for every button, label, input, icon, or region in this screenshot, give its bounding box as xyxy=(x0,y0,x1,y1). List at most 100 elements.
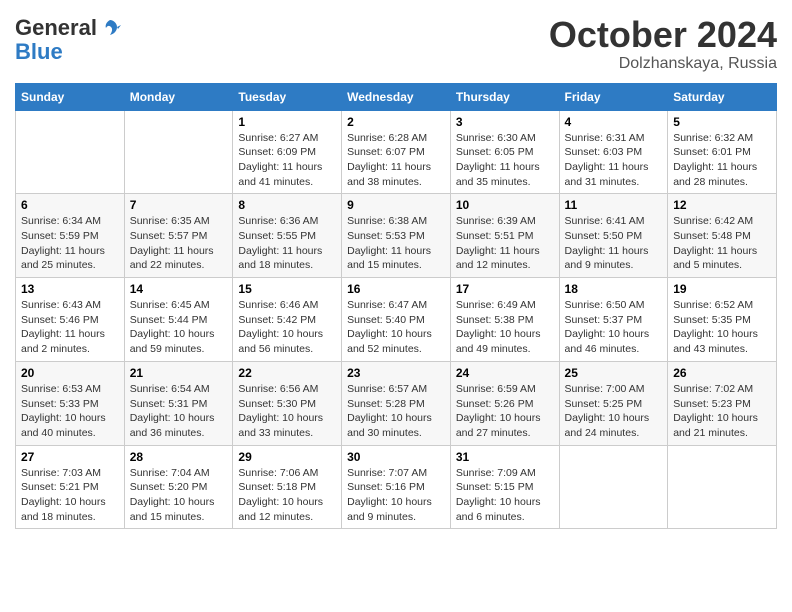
day-info: Sunrise: 6:53 AM Sunset: 5:33 PM Dayligh… xyxy=(21,382,119,441)
day-info: Sunrise: 6:42 AM Sunset: 5:48 PM Dayligh… xyxy=(673,214,771,273)
header-day-tuesday: Tuesday xyxy=(233,83,342,110)
calendar-cell: 13 Sunrise: 6:43 AM Sunset: 5:46 PM Dayli… xyxy=(16,278,125,362)
header-day-wednesday: Wednesday xyxy=(342,83,451,110)
day-number: 12 xyxy=(673,198,771,212)
day-number: 19 xyxy=(673,282,771,296)
calendar-cell: 27Sunrise: 7:03 AM Sunset: 5:21 PM Dayli… xyxy=(16,445,125,529)
header-day-friday: Friday xyxy=(559,83,668,110)
header-day-thursday: Thursday xyxy=(450,83,559,110)
day-info: Sunrise: 6:39 AM Sunset: 5:51 PM Dayligh… xyxy=(456,214,554,273)
day-info: Sunrise: 6:35 AM Sunset: 5:57 PM Dayligh… xyxy=(130,214,228,273)
logo-bird-icon xyxy=(99,17,121,39)
day-number: 3 xyxy=(456,115,554,129)
subtitle: Dolzhanskaya, Russia xyxy=(549,55,777,73)
logo-blue-text: Blue xyxy=(15,39,63,65)
day-number: 7 xyxy=(130,198,228,212)
day-number: 23 xyxy=(347,366,445,380)
day-number: 1 xyxy=(238,115,336,129)
day-info: Sunrise: 6:52 AM Sunset: 5:35 PM Dayligh… xyxy=(673,298,771,357)
calendar-cell: 16Sunrise: 6:47 AM Sunset: 5:40 PM Dayli… xyxy=(342,278,451,362)
calendar-cell: 3 Sunrise: 6:30 AM Sunset: 6:05 PM Daylig… xyxy=(450,110,559,194)
title-section: October 2024 Dolzhanskaya, Russia xyxy=(549,15,777,73)
day-info: Sunrise: 6:47 AM Sunset: 5:40 PM Dayligh… xyxy=(347,298,445,357)
day-info: Sunrise: 7:02 AM Sunset: 5:23 PM Dayligh… xyxy=(673,382,771,441)
week-row-5: 27Sunrise: 7:03 AM Sunset: 5:21 PM Dayli… xyxy=(16,445,777,529)
calendar-cell: 29 Sunrise: 7:06 AM Sunset: 5:18 PM Dayli… xyxy=(233,445,342,529)
calendar-body: 1 Sunrise: 6:27 AM Sunset: 6:09 PM Daylig… xyxy=(16,110,777,529)
day-number: 29 xyxy=(238,450,336,464)
day-number: 25 xyxy=(565,366,663,380)
day-info: Sunrise: 6:28 AM Sunset: 6:07 PM Dayligh… xyxy=(347,131,445,190)
day-number: 26 xyxy=(673,366,771,380)
day-info: Sunrise: 6:49 AM Sunset: 5:38 PM Dayligh… xyxy=(456,298,554,357)
header-day-monday: Monday xyxy=(124,83,233,110)
calendar-cell: 24Sunrise: 6:59 AM Sunset: 5:26 PM Dayli… xyxy=(450,361,559,445)
day-number: 18 xyxy=(565,282,663,296)
day-number: 17 xyxy=(456,282,554,296)
header-day-sunday: Sunday xyxy=(16,83,125,110)
day-info: Sunrise: 6:43 AM Sunset: 5:46 PM Dayligh… xyxy=(21,298,119,357)
calendar-cell: 8Sunrise: 6:36 AM Sunset: 5:55 PM Daylig… xyxy=(233,194,342,278)
logo-general-text: General xyxy=(15,15,97,41)
calendar-cell: 19 Sunrise: 6:52 AM Sunset: 5:35 PM Dayli… xyxy=(668,278,777,362)
day-number: 8 xyxy=(238,198,336,212)
calendar-cell xyxy=(559,445,668,529)
calendar-cell: 6 Sunrise: 6:34 AM Sunset: 5:59 PM Daylig… xyxy=(16,194,125,278)
day-info: Sunrise: 6:30 AM Sunset: 6:05 PM Dayligh… xyxy=(456,131,554,190)
header-day-saturday: Saturday xyxy=(668,83,777,110)
calendar-header: SundayMondayTuesdayWednesdayThursdayFrid… xyxy=(16,83,777,110)
day-info: Sunrise: 6:38 AM Sunset: 5:53 PM Dayligh… xyxy=(347,214,445,273)
header-row: SundayMondayTuesdayWednesdayThursdayFrid… xyxy=(16,83,777,110)
day-number: 11 xyxy=(565,198,663,212)
calendar-table: SundayMondayTuesdayWednesdayThursdayFrid… xyxy=(15,83,777,530)
week-row-3: 13 Sunrise: 6:43 AM Sunset: 5:46 PM Dayli… xyxy=(16,278,777,362)
day-number: 14 xyxy=(130,282,228,296)
day-number: 20 xyxy=(21,366,119,380)
day-number: 27 xyxy=(21,450,119,464)
day-number: 13 xyxy=(21,282,119,296)
calendar-cell xyxy=(16,110,125,194)
logo: General Blue xyxy=(15,15,121,65)
day-info: Sunrise: 6:41 AM Sunset: 5:50 PM Dayligh… xyxy=(565,214,663,273)
day-number: 30 xyxy=(347,450,445,464)
day-info: Sunrise: 6:45 AM Sunset: 5:44 PM Dayligh… xyxy=(130,298,228,357)
day-info: Sunrise: 6:32 AM Sunset: 6:01 PM Dayligh… xyxy=(673,131,771,190)
day-number: 4 xyxy=(565,115,663,129)
day-info: Sunrise: 6:57 AM Sunset: 5:28 PM Dayligh… xyxy=(347,382,445,441)
calendar-cell: 23 Sunrise: 6:57 AM Sunset: 5:28 PM Dayli… xyxy=(342,361,451,445)
day-info: Sunrise: 6:34 AM Sunset: 5:59 PM Dayligh… xyxy=(21,214,119,273)
day-info: Sunrise: 7:06 AM Sunset: 5:18 PM Dayligh… xyxy=(238,466,336,525)
calendar-cell: 1 Sunrise: 6:27 AM Sunset: 6:09 PM Daylig… xyxy=(233,110,342,194)
calendar-cell: 30 Sunrise: 7:07 AM Sunset: 5:16 PM Dayli… xyxy=(342,445,451,529)
day-info: Sunrise: 6:50 AM Sunset: 5:37 PM Dayligh… xyxy=(565,298,663,357)
calendar-cell xyxy=(668,445,777,529)
main-title: October 2024 xyxy=(549,15,777,55)
calendar-cell: 18 Sunrise: 6:50 AM Sunset: 5:37 PM Dayli… xyxy=(559,278,668,362)
week-row-2: 6 Sunrise: 6:34 AM Sunset: 5:59 PM Daylig… xyxy=(16,194,777,278)
calendar-cell: 5Sunrise: 6:32 AM Sunset: 6:01 PM Daylig… xyxy=(668,110,777,194)
day-number: 24 xyxy=(456,366,554,380)
week-row-4: 20 Sunrise: 6:53 AM Sunset: 5:33 PM Dayli… xyxy=(16,361,777,445)
day-info: Sunrise: 7:07 AM Sunset: 5:16 PM Dayligh… xyxy=(347,466,445,525)
calendar-cell: 7 Sunrise: 6:35 AM Sunset: 5:57 PM Daylig… xyxy=(124,194,233,278)
calendar-cell: 12 Sunrise: 6:42 AM Sunset: 5:48 PM Dayli… xyxy=(668,194,777,278)
calendar-cell: 4 Sunrise: 6:31 AM Sunset: 6:03 PM Daylig… xyxy=(559,110,668,194)
day-info: Sunrise: 7:09 AM Sunset: 5:15 PM Dayligh… xyxy=(456,466,554,525)
header: General Blue October 2024 Dolzhanskaya, … xyxy=(15,15,777,73)
day-number: 15 xyxy=(238,282,336,296)
calendar-cell: 28 Sunrise: 7:04 AM Sunset: 5:20 PM Dayli… xyxy=(124,445,233,529)
day-number: 21 xyxy=(130,366,228,380)
day-info: Sunrise: 6:46 AM Sunset: 5:42 PM Dayligh… xyxy=(238,298,336,357)
calendar-cell: 15 Sunrise: 6:46 AM Sunset: 5:42 PM Dayli… xyxy=(233,278,342,362)
day-info: Sunrise: 6:54 AM Sunset: 5:31 PM Dayligh… xyxy=(130,382,228,441)
calendar-cell: 10Sunrise: 6:39 AM Sunset: 5:51 PM Dayli… xyxy=(450,194,559,278)
day-info: Sunrise: 6:27 AM Sunset: 6:09 PM Dayligh… xyxy=(238,131,336,190)
day-number: 28 xyxy=(130,450,228,464)
day-info: Sunrise: 6:31 AM Sunset: 6:03 PM Dayligh… xyxy=(565,131,663,190)
calendar-cell: 9Sunrise: 6:38 AM Sunset: 5:53 PM Daylig… xyxy=(342,194,451,278)
week-row-1: 1 Sunrise: 6:27 AM Sunset: 6:09 PM Daylig… xyxy=(16,110,777,194)
day-info: Sunrise: 7:04 AM Sunset: 5:20 PM Dayligh… xyxy=(130,466,228,525)
day-number: 6 xyxy=(21,198,119,212)
calendar-cell: 26 Sunrise: 7:02 AM Sunset: 5:23 PM Dayli… xyxy=(668,361,777,445)
calendar-cell: 31Sunrise: 7:09 AM Sunset: 5:15 PM Dayli… xyxy=(450,445,559,529)
